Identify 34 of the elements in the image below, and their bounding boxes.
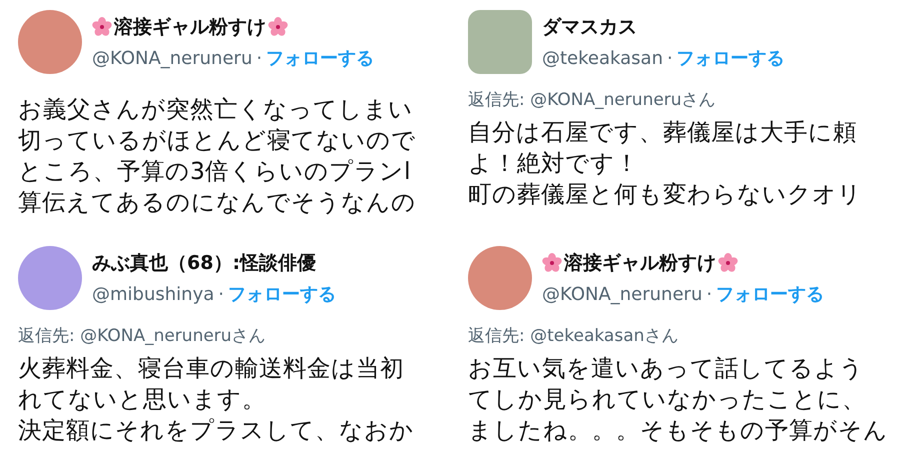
tweet-text-line: 決定額にそれをプラスして、なおか: [18, 415, 415, 446]
separator-dot: ·: [218, 284, 224, 304]
user-handle: @KONA_neruneru: [92, 48, 252, 68]
display-name: 溶接ギャル粉すけ: [114, 15, 266, 40]
follow-link[interactable]: フォローする: [676, 46, 785, 70]
tweet-text-line: お義父さんが突然亡くなってしまい: [18, 94, 414, 125]
reply-to-text: 返信先: @KONA_neruneruさん: [18, 325, 267, 347]
tweet-text-line: 火葬料金、寝台車の輸送料金は当初: [18, 353, 405, 384]
tweet-text-line: 算伝えてあるのになんでそうなんの: [18, 187, 417, 218]
reply-to-text: 返信先: @KONA_neruneruさん: [468, 89, 717, 111]
follow-link[interactable]: フォローする: [266, 46, 374, 70]
follow-link[interactable]: フォローする: [716, 282, 824, 306]
separator-dot: ·: [666, 48, 673, 68]
tweet-text-line: ましたね。。。そもそもの予算がそん: [468, 415, 889, 446]
display-name: 溶接ギャル粉すけ: [564, 251, 716, 276]
user-handle: @mibushinya: [92, 284, 214, 304]
tweet-text-line: お互い気を遣いあって話してるよう: [468, 353, 865, 384]
display-name: ダマスカス: [542, 15, 637, 40]
tweet-text-line: 切っているがほとんど寝てないので: [18, 125, 417, 156]
follow-link[interactable]: フォローする: [228, 282, 336, 306]
tweet-text-line: 自分は石屋です、葬儀屋は大手に頼: [468, 117, 858, 148]
reply-to-text: 返信先: @tekeakasanさん: [468, 325, 680, 347]
user-handle: @tekeakasan: [542, 48, 663, 68]
hibiscus-icon: [718, 253, 738, 273]
tweet-text-line: てしか見られていなかったことに、: [468, 384, 867, 415]
tweet-text-line: れてないと思います。: [18, 384, 267, 415]
user-handle: @KONA_neruneru: [542, 284, 702, 304]
separator-dot: ·: [256, 48, 262, 68]
tweet-text-line: ところ、予算の3倍くらいのプランl: [18, 156, 412, 187]
separator-dot: ·: [706, 284, 712, 304]
display-name: みぶ真也（68）:怪談俳優: [92, 251, 316, 276]
tweet-text-line: 町の葬儀屋と何も変わらないクオリ: [468, 179, 863, 210]
hibiscus-icon: [268, 17, 288, 37]
tweet-text-line: よ！絶対です！: [468, 148, 640, 179]
